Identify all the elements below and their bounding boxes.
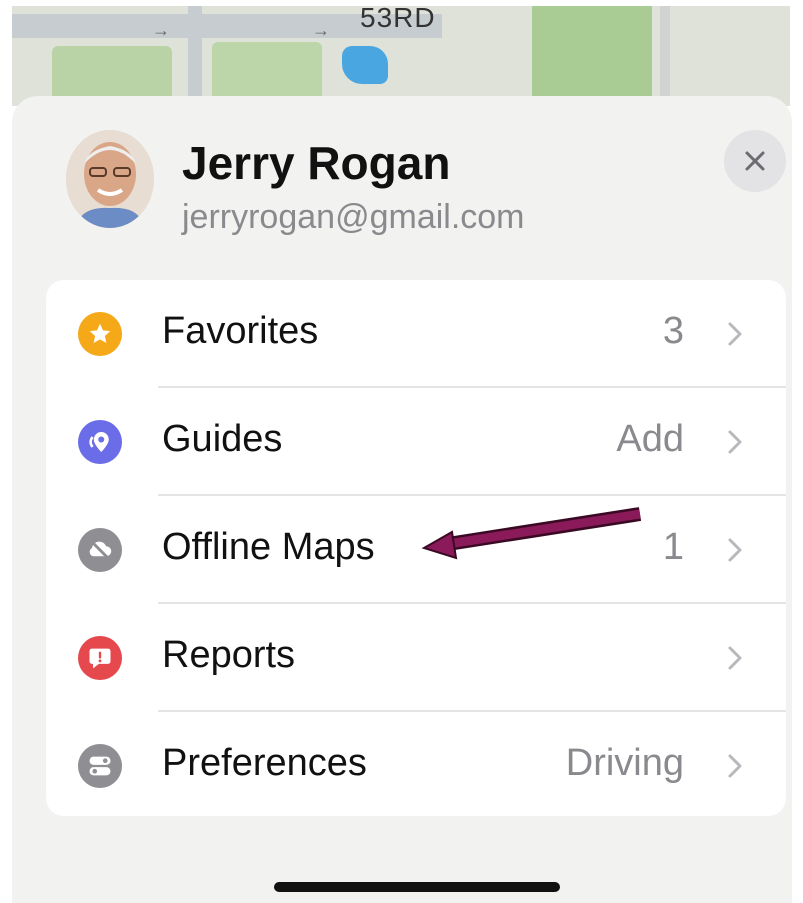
annotation-arrow-icon bbox=[421, 507, 642, 560]
home-indicator[interactable] bbox=[274, 882, 560, 892]
